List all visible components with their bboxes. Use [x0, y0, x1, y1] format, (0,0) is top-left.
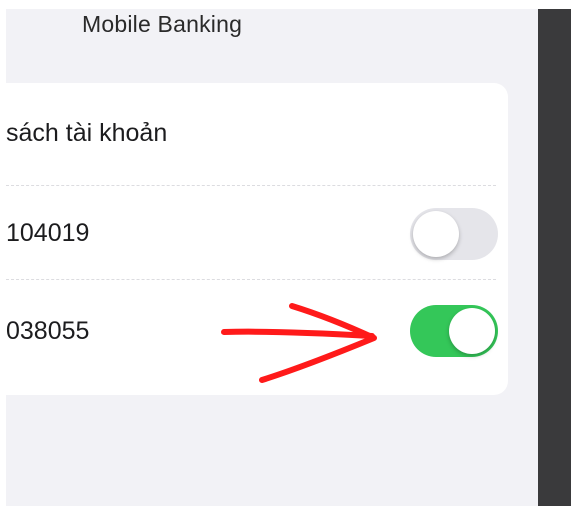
toggle-knob [413, 210, 459, 257]
divider [6, 279, 496, 280]
account-toggle-on[interactable] [410, 305, 498, 357]
app-screen: Mobile Banking sách tài khoản 104019 038… [6, 9, 538, 506]
accounts-card: sách tài khoản 104019 038055 [6, 83, 508, 395]
screenshot-frame: Mobile Banking sách tài khoản 104019 038… [0, 0, 571, 506]
divider [6, 185, 496, 186]
account-row-104019[interactable]: 104019 [6, 187, 508, 280]
account-number: 104019 [6, 219, 90, 247]
page-title: Mobile Banking [82, 11, 243, 37]
accounts-card-title: sách tài khoản [6, 119, 168, 147]
account-toggle-off[interactable] [410, 207, 498, 260]
account-row-038055[interactable]: 038055 [6, 281, 508, 381]
toggle-knob [449, 308, 495, 354]
account-number: 038055 [6, 316, 90, 345]
accounts-card-header: sách tài khoản [6, 83, 508, 186]
side-panel [538, 9, 571, 506]
